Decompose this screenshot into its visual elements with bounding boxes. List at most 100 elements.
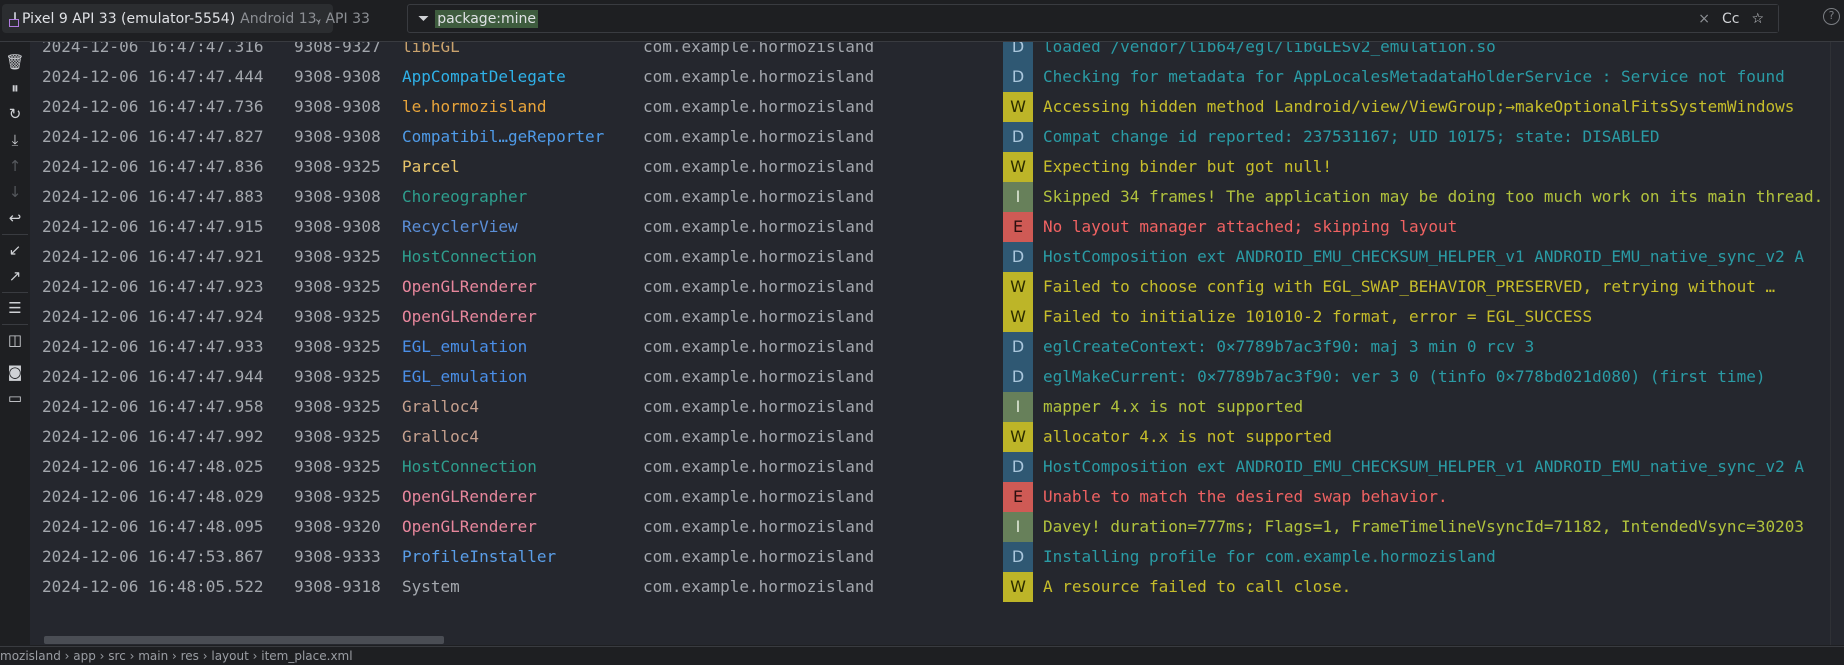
- thread-id: 9308-9325: [294, 337, 381, 356]
- timestamp: 2024-12-06 16:47:53.867: [42, 547, 264, 566]
- log-row[interactable]: 2024-12-06 16:47:47.883 9308-9308 Choreogr…: [30, 182, 1830, 212]
- thread-id: 9308-9308: [294, 217, 381, 236]
- level-badge: D: [1003, 542, 1033, 572]
- match-case-button[interactable]: Cc: [1722, 11, 1739, 27]
- level-badge: D: [1003, 452, 1033, 482]
- log-message: Unable to match the desired swap behavio…: [1043, 487, 1448, 506]
- up-icon[interactable]: ↑: [3, 154, 27, 178]
- pause-icon[interactable]: ⏸: [3, 76, 27, 100]
- timestamp: 2024-12-06 16:47:47.444: [42, 67, 264, 86]
- down-icon[interactable]: ↓: [3, 180, 27, 204]
- log-row[interactable]: 2024-12-06 16:47:53.867 9308-9333 ProfileI…: [30, 542, 1830, 572]
- settings-icon[interactable]: ☰: [3, 296, 27, 320]
- log-row[interactable]: 2024-12-06 16:47:47.316 9308-9327 libEGL co…: [30, 42, 1830, 62]
- filter-input[interactable]: ⏷ package:mine × Cc ☆: [407, 4, 1779, 33]
- log-message: Failed to initialize 101010-2 format, er…: [1043, 307, 1593, 326]
- filter-query[interactable]: package:mine: [435, 9, 539, 28]
- package-name: com.example.hormozisland: [643, 42, 875, 56]
- package-name: com.example.hormozisland: [643, 427, 875, 446]
- restart-icon[interactable]: ↻: [3, 102, 27, 126]
- level-badge: W: [1003, 92, 1033, 122]
- filter-icon[interactable]: ⏷: [418, 11, 429, 27]
- log-message: Expecting binder but got null!: [1043, 157, 1332, 176]
- log-tag: AppCompatDelegate: [402, 67, 566, 86]
- vertical-scrollbar[interactable]: [1830, 42, 1844, 645]
- timestamp: 2024-12-06 16:47:47.915: [42, 217, 264, 236]
- level-badge: W: [1003, 152, 1033, 182]
- screenshot-icon[interactable]: ◙: [3, 360, 27, 384]
- log-message: HostComposition ext ANDROID_EMU_CHECKSUM…: [1043, 247, 1804, 266]
- log-tag: le.hormozisland: [402, 97, 547, 116]
- level-badge: W: [1003, 272, 1033, 302]
- thread-id: 9308-9325: [294, 247, 381, 266]
- star-icon[interactable]: ☆: [1751, 11, 1764, 27]
- thread-id: 9308-9325: [294, 367, 381, 386]
- screen-record-icon[interactable]: ▭: [3, 386, 27, 410]
- log-tag: EGL_emulation: [402, 367, 528, 386]
- log-tag: Gralloc4: [402, 427, 480, 446]
- package-name: com.example.hormozisland: [643, 157, 875, 176]
- logcat-sidebar: 🗑 ⏸ ↻ ⤓ ↑ ↓ ↩ ↙ ↗ ☰ ◫ ◙ ▭: [0, 42, 30, 645]
- expand-icon[interactable]: ↗: [3, 264, 27, 288]
- collapse-icon[interactable]: ↙: [3, 238, 27, 262]
- log-row[interactable]: 2024-12-06 16:47:47.992 9308-9325 Gralloc4…: [30, 422, 1830, 452]
- log-row[interactable]: 2024-12-06 16:47:48.029 9308-9325 OpenGLRe…: [30, 482, 1830, 512]
- level-badge: E: [1003, 482, 1033, 512]
- package-name: com.example.hormozisland: [643, 67, 875, 86]
- scroll-to-end-icon[interactable]: ⤓: [3, 128, 27, 152]
- log-message: HostComposition ext ANDROID_EMU_CHECKSUM…: [1043, 457, 1804, 476]
- log-row[interactable]: 2024-12-06 16:47:47.944 9308-9325 EGL_emul…: [30, 362, 1830, 392]
- thread-id: 9308-9308: [294, 67, 381, 86]
- device-selector[interactable]: Pixel 9 API 33 (emulator-5554) Android 1…: [2, 4, 370, 33]
- timestamp: 2024-12-06 16:48:05.522: [42, 577, 264, 596]
- log-row[interactable]: 2024-12-06 16:47:47.836 9308-9325 Parcel co…: [30, 152, 1830, 182]
- log-tag: OpenGLRenderer: [402, 307, 537, 326]
- soft-wrap-icon[interactable]: ↩: [3, 206, 27, 230]
- help-icon[interactable]: ?: [1823, 8, 1840, 25]
- log-view[interactable]: 2024-12-06 16:47:47.316 9308-9327 libEGL co…: [30, 42, 1844, 645]
- package-name: com.example.hormozisland: [643, 457, 875, 476]
- log-tag: EGL_emulation: [402, 337, 528, 356]
- package-name: com.example.hormozisland: [643, 517, 875, 536]
- level-badge: W: [1003, 302, 1033, 332]
- log-row[interactable]: 2024-12-06 16:47:47.958 9308-9325 Gralloc4…: [30, 392, 1830, 422]
- log-row[interactable]: 2024-12-06 16:47:47.921 9308-9325 HostConn…: [30, 242, 1830, 272]
- trash-icon[interactable]: 🗑: [3, 50, 27, 74]
- package-name: com.example.hormozisland: [643, 217, 875, 236]
- level-badge: D: [1003, 122, 1033, 152]
- log-row[interactable]: 2024-12-06 16:47:47.827 9308-9308 Compatib…: [30, 122, 1830, 152]
- level-badge: W: [1003, 572, 1033, 602]
- horizontal-scrollbar[interactable]: [44, 636, 444, 644]
- log-tag: RecyclerView: [402, 217, 518, 236]
- log-row[interactable]: 2024-12-06 16:47:47.924 9308-9325 OpenGLRe…: [30, 302, 1830, 332]
- log-message: allocator 4.x is not supported: [1043, 427, 1332, 446]
- package-name: com.example.hormozisland: [643, 127, 875, 146]
- thread-id: 9308-9308: [294, 97, 381, 116]
- package-name: com.example.hormozisland: [643, 547, 875, 566]
- timestamp: 2024-12-06 16:47:47.924: [42, 307, 264, 326]
- log-row[interactable]: 2024-12-06 16:47:47.915 9308-9308 Recycler…: [30, 212, 1830, 242]
- level-badge: D: [1003, 332, 1033, 362]
- device-detail: Android 13, API 33: [240, 10, 370, 27]
- timestamp: 2024-12-06 16:47:47.944: [42, 367, 264, 386]
- device-icon: [9, 11, 19, 27]
- log-row[interactable]: 2024-12-06 16:47:48.095 9308-9320 OpenGLRe…: [30, 512, 1830, 542]
- log-row[interactable]: 2024-12-06 16:47:48.025 9308-9325 HostConn…: [30, 452, 1830, 482]
- log-row[interactable]: 2024-12-06 16:48:05.522 9308-9318 System co…: [30, 572, 1830, 602]
- timestamp: 2024-12-06 16:47:47.827: [42, 127, 264, 146]
- split-icon[interactable]: ◫: [3, 328, 27, 352]
- log-message: eglCreateContext: 0×7789b7ac3f90: maj 3 …: [1043, 337, 1535, 356]
- log-message: Failed to choose config with EGL_SWAP_BE…: [1043, 277, 1776, 296]
- log-row[interactable]: 2024-12-06 16:47:47.736 9308-9308 le.hormo…: [30, 92, 1830, 122]
- timestamp: 2024-12-06 16:47:47.958: [42, 397, 264, 416]
- log-tag: Choreographer: [402, 187, 528, 206]
- clear-icon[interactable]: ×: [1698, 11, 1710, 27]
- log-row[interactable]: 2024-12-06 16:47:47.923 9308-9325 OpenGLRe…: [30, 272, 1830, 302]
- level-badge: D: [1003, 62, 1033, 92]
- log-row[interactable]: 2024-12-06 16:47:47.933 9308-9325 EGL_emul…: [30, 332, 1830, 362]
- level-badge: I: [1003, 182, 1033, 212]
- log-tag: Compatibil…geReporter: [402, 127, 605, 146]
- log-row[interactable]: 2024-12-06 16:47:47.444 9308-9308 AppCompa…: [30, 62, 1830, 92]
- level-badge: D: [1003, 362, 1033, 392]
- package-name: com.example.hormozisland: [643, 97, 875, 116]
